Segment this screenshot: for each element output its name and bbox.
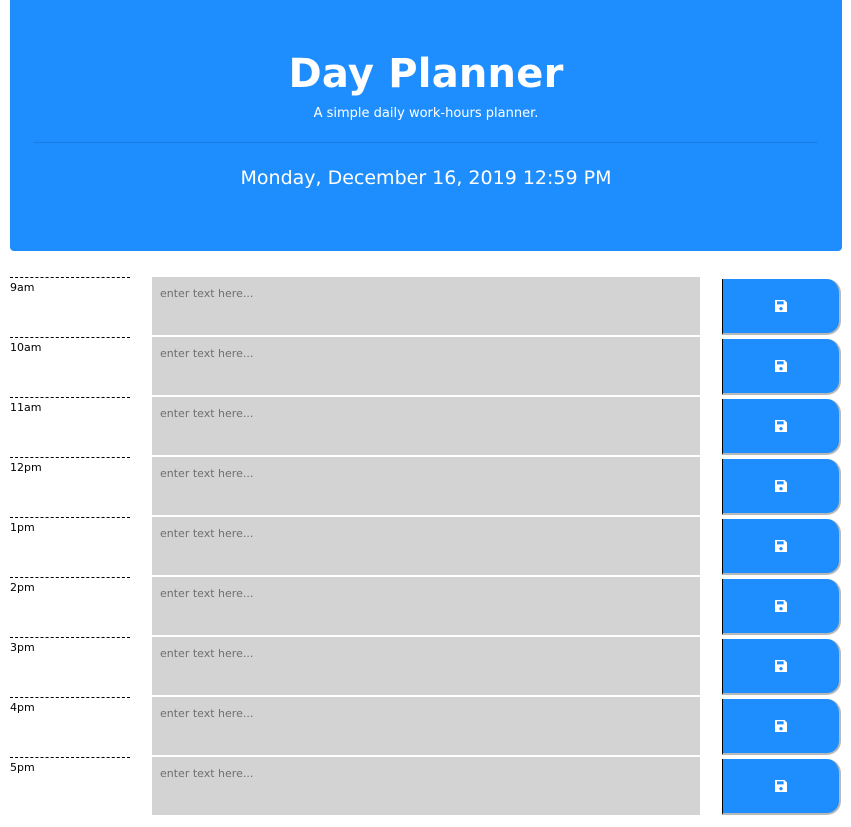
save-button-3pm[interactable]	[722, 639, 841, 695]
hour-label: 9am	[10, 277, 130, 335]
task-input-12pm[interactable]	[152, 457, 700, 516]
floppy-disk-icon	[775, 420, 787, 432]
hour-label: 4pm	[10, 697, 130, 755]
time-block-10am: 10am	[0, 337, 851, 397]
hour-label: 10am	[10, 337, 130, 395]
time-block-9am: 9am	[0, 277, 851, 337]
floppy-disk-icon	[775, 540, 787, 552]
task-input-2pm[interactable]	[152, 577, 700, 636]
header-divider	[34, 142, 818, 143]
hour-label: 5pm	[10, 757, 130, 815]
floppy-disk-icon	[775, 300, 787, 312]
time-block-1pm: 1pm	[0, 517, 851, 577]
floppy-disk-icon	[775, 720, 787, 732]
hour-label: 11am	[10, 397, 130, 455]
save-button-11am[interactable]	[722, 399, 841, 455]
page-title: Day Planner	[288, 51, 564, 97]
hour-label: 1pm	[10, 517, 130, 575]
time-block-2pm: 2pm	[0, 577, 851, 637]
current-date: Monday, December 16, 2019 12:59 PM	[240, 167, 612, 189]
task-input-9am[interactable]	[152, 277, 700, 336]
hour-label: 12pm	[10, 457, 130, 515]
floppy-disk-icon	[775, 780, 787, 792]
time-block-4pm: 4pm	[0, 697, 851, 757]
header-jumbotron: Day Planner A simple daily work-hours pl…	[10, 0, 842, 251]
task-input-11am[interactable]	[152, 397, 700, 456]
task-input-1pm[interactable]	[152, 517, 700, 576]
day-planner-page: Day Planner A simple daily work-hours pl…	[0, 0, 851, 827]
hour-label: 2pm	[10, 577, 130, 635]
task-input-10am[interactable]	[152, 337, 700, 396]
floppy-disk-icon	[775, 360, 787, 372]
save-button-1pm[interactable]	[722, 519, 841, 575]
time-block-3pm: 3pm	[0, 637, 851, 697]
floppy-disk-icon	[775, 480, 787, 492]
task-input-5pm[interactable]	[152, 757, 700, 816]
time-block-11am: 11am	[0, 397, 851, 457]
floppy-disk-icon	[775, 660, 787, 672]
task-input-3pm[interactable]	[152, 637, 700, 696]
save-button-5pm[interactable]	[722, 759, 841, 815]
save-button-12pm[interactable]	[722, 459, 841, 515]
page-subtitle: A simple daily work-hours planner.	[313, 106, 539, 121]
save-button-4pm[interactable]	[722, 699, 841, 755]
floppy-disk-icon	[775, 600, 787, 612]
time-block-5pm: 5pm	[0, 757, 851, 817]
hour-label: 3pm	[10, 637, 130, 695]
save-button-10am[interactable]	[722, 339, 841, 395]
save-button-2pm[interactable]	[722, 579, 841, 635]
task-input-4pm[interactable]	[152, 697, 700, 756]
time-block-12pm: 12pm	[0, 457, 851, 517]
save-button-9am[interactable]	[722, 279, 841, 335]
